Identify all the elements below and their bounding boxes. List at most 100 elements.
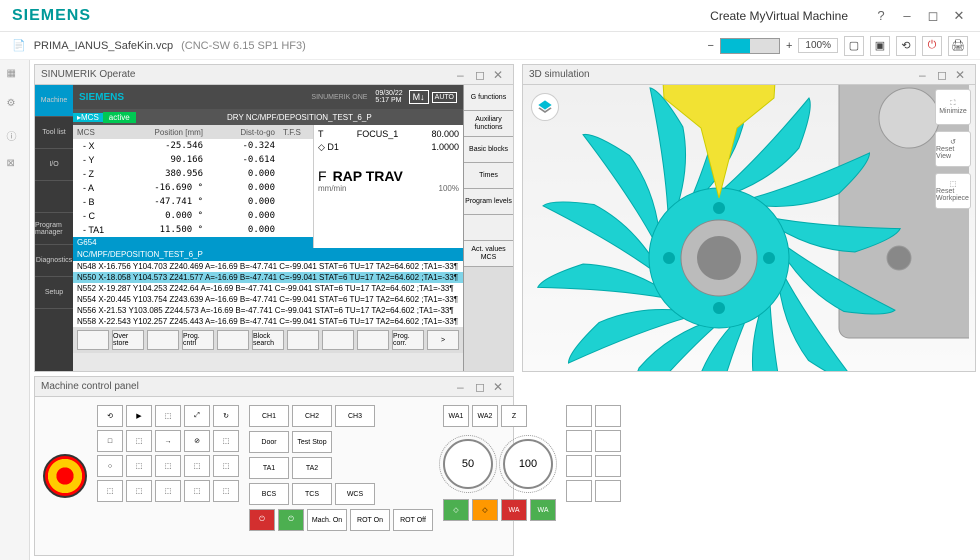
mcp-aux-3[interactable]: [595, 430, 621, 452]
zoom-value[interactable]: 100%: [798, 38, 838, 53]
hmi-right-2[interactable]: Basic blocks: [464, 137, 513, 163]
sidebar-item-info[interactable]: ⓘ: [7, 128, 23, 144]
3d-viewport[interactable]: ⛶Minimize ↺Reset View ⬚Reset Workpiece: [523, 85, 975, 371]
hmi-bot-7[interactable]: [322, 330, 354, 350]
sim-reset-view-button[interactable]: ↺Reset View: [935, 131, 971, 167]
hmi-left-6[interactable]: Setup: [35, 277, 73, 309]
hmi-left-5[interactable]: Diagnostics: [35, 245, 73, 277]
hmi-left-0[interactable]: Machine: [35, 85, 73, 117]
mcp-key-16[interactable]: ⬚: [126, 480, 152, 502]
tcs-button[interactable]: TCS: [292, 483, 332, 505]
mach-on-button[interactable]: Mach. On: [307, 509, 347, 531]
hmi-left-4[interactable]: Program manager: [35, 213, 73, 245]
mcp-key-5[interactable]: □: [97, 430, 123, 452]
bcs-button[interactable]: BCS: [249, 483, 289, 505]
hmi-bot-4[interactable]: [217, 330, 249, 350]
ta1-button[interactable]: TA1: [249, 457, 289, 479]
speed-minus[interactable]: −: [708, 40, 714, 52]
wa2-button[interactable]: WA2: [472, 405, 498, 427]
nc-line[interactable]: N554 X-20.445 Y103.754 Z243.639 A=-16.69…: [73, 294, 463, 305]
hmi-bot-9[interactable]: Prog. corr.: [392, 330, 424, 350]
close-icon[interactable]: ✕: [950, 7, 968, 25]
nc-line[interactable]: N552 X-19.287 Y104.253 Z242.64 A=-16.69 …: [73, 283, 463, 294]
rot-off-button[interactable]: ROT Off: [393, 509, 433, 531]
hmi-left-1[interactable]: Tool list: [35, 117, 73, 149]
wa1-button[interactable]: WA1: [443, 405, 469, 427]
sidebar-item-close[interactable]: ⊠: [7, 158, 23, 174]
mcp-key-3[interactable]: ⤢: [184, 405, 210, 427]
cycle-start-button[interactable]: ◇: [443, 499, 469, 521]
mcp-key-19[interactable]: ⬚: [213, 480, 239, 502]
mcp-aux-2[interactable]: [566, 430, 592, 452]
mcp-key-4[interactable]: ↻: [213, 405, 239, 427]
rot-on-button[interactable]: ROT On: [350, 509, 390, 531]
mcp-key-12[interactable]: ⬚: [155, 455, 181, 477]
hmi-right-1[interactable]: Auxiliary functions: [464, 111, 513, 137]
mcp-key-18[interactable]: ⬚: [184, 480, 210, 502]
ch1-button[interactable]: CH1: [249, 405, 289, 427]
maximize-icon[interactable]: ◻: [924, 7, 942, 25]
hmi-bot-5[interactable]: Block search: [252, 330, 284, 350]
hmi-right-0[interactable]: G functions: [464, 85, 513, 111]
mcp-key-17[interactable]: ⬚: [155, 480, 181, 502]
emergency-stop-button[interactable]: [43, 454, 87, 498]
sim-minimize-button[interactable]: ⛶Minimize: [935, 89, 971, 125]
hmi-bot-1[interactable]: Over store: [112, 330, 144, 350]
cycle-hold-button[interactable]: ◇: [472, 499, 498, 521]
hmi-right-5[interactable]: [464, 215, 513, 241]
mcp-key-1[interactable]: ▶: [126, 405, 152, 427]
m-icon[interactable]: M↓: [409, 90, 429, 104]
nc-line[interactable]: N550 X-18.058 Y104.573 Z241.577 A=-16.69…: [73, 272, 463, 283]
auto-icon[interactable]: AUTO: [432, 92, 457, 103]
mcp-aux-5[interactable]: [595, 455, 621, 477]
hmi-bot-0[interactable]: [77, 330, 109, 350]
hmi-right-6[interactable]: Act. values MCS: [464, 241, 513, 267]
mcp-key-9[interactable]: ⬚: [213, 430, 239, 452]
layout2-button[interactable]: ▣: [870, 36, 890, 56]
mcp-key-10[interactable]: ○: [97, 455, 123, 477]
feed-stop-button[interactable]: WA: [501, 499, 527, 521]
hmi-bot-2[interactable]: [147, 330, 179, 350]
hmi-left-3[interactable]: [35, 181, 73, 213]
mcp-off-button[interactable]: ⏻: [249, 509, 275, 531]
hmi-right-3[interactable]: Times: [464, 163, 513, 189]
ch2-button[interactable]: CH2: [292, 405, 332, 427]
hmi-bot-8[interactable]: [357, 330, 389, 350]
feed-override-dial[interactable]: 50: [443, 439, 493, 489]
sidebar-item-2[interactable]: ⚙: [7, 98, 23, 114]
mcp-key-15[interactable]: ⬚: [97, 480, 123, 502]
mcp-min-icon[interactable]: –: [457, 380, 471, 394]
mcp-key-13[interactable]: ⬚: [184, 455, 210, 477]
nc-line[interactable]: N558 X-22.543 Y102.257 Z245.443 A=-16.69…: [73, 316, 463, 327]
mcp-key-14[interactable]: ⬚: [213, 455, 239, 477]
nc-line[interactable]: N556 X-21.53 Y103.085 Z244.573 A=-16.69 …: [73, 305, 463, 316]
hmi-bot-6[interactable]: [287, 330, 319, 350]
wcs-button[interactable]: WCS: [335, 483, 375, 505]
door-button[interactable]: Door: [249, 431, 289, 453]
hmi-bot-3[interactable]: Prog. cntrl: [182, 330, 214, 350]
mcp-key-7[interactable]: →: [155, 430, 181, 452]
test-stop-button[interactable]: Test Stop: [292, 431, 332, 453]
mcp-on-button[interactable]: ⏻: [278, 509, 304, 531]
hmi-right-4[interactable]: Program levels: [464, 189, 513, 215]
hmi-bot-10[interactable]: >: [427, 330, 459, 350]
minimize-icon[interactable]: –: [898, 7, 916, 25]
speed-slider[interactable]: [720, 38, 780, 54]
mcp-aux-4[interactable]: [566, 455, 592, 477]
sim-close-icon[interactable]: ✕: [955, 68, 969, 82]
mcp-aux-1[interactable]: [595, 405, 621, 427]
layout1-button[interactable]: ▢: [844, 36, 864, 56]
feed-start-button[interactable]: WA: [530, 499, 556, 521]
ta2-button[interactable]: TA2: [292, 457, 332, 479]
speed-plus[interactable]: +: [786, 40, 792, 52]
mcp-aux-7[interactable]: [595, 480, 621, 502]
mcp-aux-6[interactable]: [566, 480, 592, 502]
sim-max-icon[interactable]: ◻: [937, 68, 951, 82]
mcp-key-0[interactable]: ⟲: [97, 405, 123, 427]
print-button[interactable]: 🖨: [948, 36, 968, 56]
refresh-button[interactable]: ⟲: [896, 36, 916, 56]
mcp-key-6[interactable]: ⬚: [126, 430, 152, 452]
mcp-max-icon[interactable]: ◻: [475, 380, 489, 394]
help-icon[interactable]: ?: [872, 7, 890, 25]
mcp-key-8[interactable]: ⊘: [184, 430, 210, 452]
